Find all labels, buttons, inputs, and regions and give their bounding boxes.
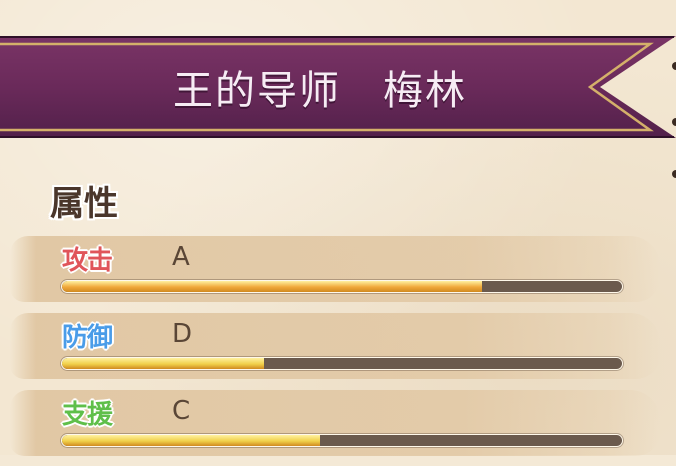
scroll-indicator-dot: [672, 118, 676, 126]
attributes-heading: 属性: [50, 184, 118, 224]
stat-bar-fill: [62, 358, 264, 369]
stat-label: 支援: [62, 400, 113, 430]
stat-bar-track: [62, 358, 622, 369]
stat-bar-fill: [62, 435, 320, 446]
title-banner: 王的导师 梅林: [0, 34, 676, 140]
stat-row-attack: 攻击 A: [0, 236, 676, 312]
scroll-indicator-dot: [672, 170, 676, 178]
stat-row-defense: 防御 D: [0, 313, 676, 389]
stat-bar-track: [62, 435, 622, 446]
stat-label: 防御: [62, 323, 113, 353]
stat-label: 攻击: [62, 246, 113, 276]
character-title: 王的导师 梅林: [173, 68, 467, 114]
stat-grade: D: [172, 319, 193, 349]
stat-grade: C: [172, 396, 191, 426]
stat-grade: A: [172, 242, 190, 272]
stat-bar-track: [62, 281, 622, 292]
scroll-indicator-dot: [672, 62, 676, 70]
stat-bar-fill: [62, 281, 482, 292]
